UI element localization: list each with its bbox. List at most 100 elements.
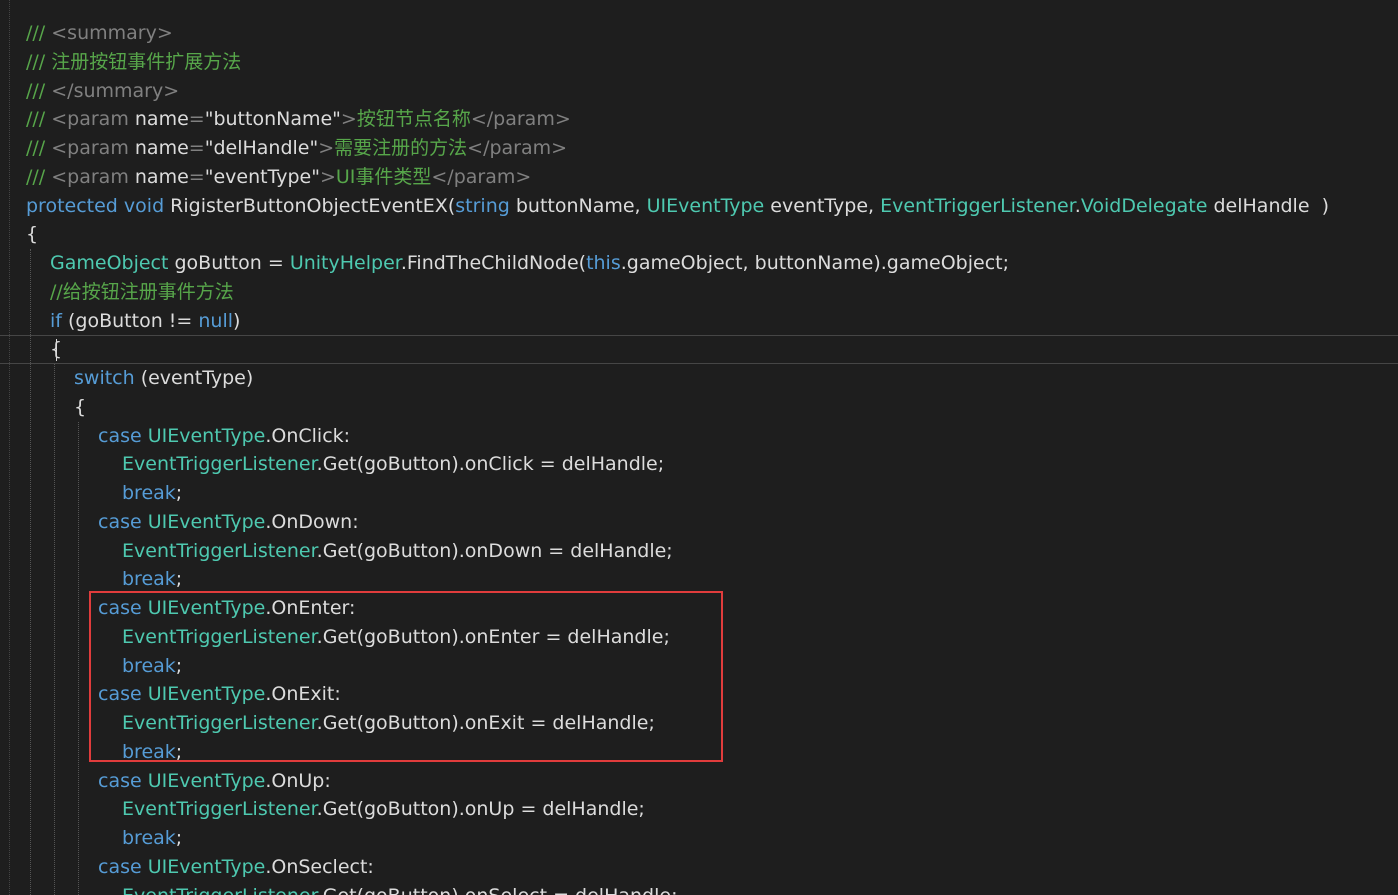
code-token: > [318, 137, 335, 159]
code-token: /// 注册按钮事件扩展方法 [26, 50, 242, 73]
code-token: <summary> [51, 22, 173, 44]
code-token: break [122, 568, 176, 591]
code-line[interactable]: protected void RigisterButtonObjectEvent… [26, 192, 1329, 221]
code-token: UI事件类型 [335, 165, 432, 188]
code-token: .OnClick: [265, 424, 351, 447]
code-token: switch [74, 367, 135, 389]
code-token: .gameObject, buttonName).gameObject; [620, 252, 1009, 274]
code-token: <param [51, 137, 135, 159]
code-line[interactable]: /// </summary> [26, 77, 179, 106]
code-token: .OnSeclect: [265, 855, 374, 878]
code-token: void [123, 194, 165, 217]
code-token: .Get(goButton).onUp = delHandle; [316, 798, 645, 821]
code-token: ; [175, 827, 183, 849]
code-token: break [122, 482, 176, 504]
code-token: string [455, 194, 510, 217]
text-caret [56, 339, 57, 362]
code-token: UIEventType [646, 194, 765, 217]
code-token: /// [26, 137, 52, 159]
code-token: </summary> [51, 79, 180, 102]
code-line[interactable]: GameObject goButton = UnityHelper.FindTh… [50, 249, 1009, 278]
code-token: /// [26, 165, 52, 188]
code-token: this [586, 252, 621, 274]
code-line[interactable]: /// <summary> [26, 19, 173, 48]
code-line[interactable]: EventTriggerListener.Get(goButton).onSel… [122, 882, 677, 895]
code-line[interactable]: case UIEventType.OnClick: [98, 422, 350, 451]
current-line-highlight [0, 335, 1398, 365]
code-line[interactable]: //给按钮注册事件方法 [50, 278, 234, 307]
code-token: eventType, [764, 194, 881, 217]
code-token: 需要注册的方法 [334, 137, 468, 159]
code-line[interactable]: /// <param name="eventType">UI事件类型</para… [26, 163, 531, 192]
code-token: > [340, 108, 357, 131]
code-line[interactable]: break; [122, 479, 182, 508]
code-token: RigisterButtonObjectEventEX( [164, 194, 456, 217]
code-token: EventTriggerListener [122, 798, 317, 821]
code-token: name [134, 108, 189, 131]
code-token: "buttonName" [204, 108, 341, 131]
code-token: goButton = [168, 252, 290, 274]
code-line[interactable]: if (goButton != null) [50, 307, 240, 336]
code-token: .Get(goButton).onClick = delHandle; [316, 453, 665, 476]
code-token: > [319, 165, 336, 188]
code-line[interactable]: { [74, 393, 86, 422]
code-line[interactable]: break; [122, 824, 182, 853]
code-token: .Get(goButton).onDown = delHandle; [316, 539, 673, 562]
code-line[interactable]: switch (eventType) [74, 364, 253, 393]
code-line[interactable]: /// <param name="buttonName">按钮节点名称</par… [26, 105, 571, 134]
code-token: .Get(goButton).onSelect = delHandle; [317, 885, 678, 895]
code-token: (eventType) [134, 367, 254, 389]
annotation-highlight-box [89, 591, 723, 762]
code-token: "delHandle" [204, 137, 319, 159]
code-token: </param> [431, 165, 532, 188]
code-line[interactable]: /// 注册按钮事件扩展方法 [26, 48, 241, 77]
code-line[interactable]: case UIEventType.OnUp: [98, 767, 331, 796]
code-token: "eventType" [204, 165, 320, 188]
code-line[interactable]: case UIEventType.OnDown: [98, 508, 359, 537]
code-line[interactable]: { [26, 220, 38, 249]
indent-guide [30, 249, 31, 895]
code-token: VoidDelegate [1080, 194, 1208, 217]
code-token: .FindTheChildNode( [400, 252, 587, 274]
code-token: ) [233, 309, 241, 332]
code-token: UIEventType [147, 855, 266, 878]
code-token: //给按钮注册事件方法 [50, 280, 234, 303]
code-line[interactable]: case UIEventType.OnSeclect: [98, 853, 374, 882]
code-token: ; [175, 568, 183, 591]
code-token: EventTriggerListener [122, 539, 317, 562]
code-token: UIEventType [147, 510, 266, 533]
code-token: { [74, 395, 87, 418]
indent-guide [78, 421, 79, 895]
code-token: = [188, 137, 205, 159]
code-token: ; [175, 482, 183, 504]
code-token: null [198, 309, 234, 332]
code-token: UnityHelper [289, 252, 401, 274]
code-token: GameObject [50, 252, 169, 274]
code-token: = [188, 165, 205, 188]
code-token: /// [26, 79, 52, 102]
code-token: <param [51, 165, 135, 188]
code-line[interactable]: EventTriggerListener.Get(goButton).onCli… [122, 450, 664, 479]
code-line[interactable]: EventTriggerListener.Get(goButton).onDow… [122, 537, 673, 566]
code-token: protected [26, 194, 118, 217]
code-token: = [188, 108, 205, 131]
code-token: (goButton != [61, 309, 199, 332]
left-indent-guide [9, 0, 10, 895]
code-line[interactable]: /// <param name="delHandle">需要注册的方法</par… [26, 134, 567, 163]
code-token: UIEventType [147, 769, 266, 792]
code-token: /// [26, 108, 52, 131]
code-token: EventTriggerListener [122, 885, 317, 895]
code-token: <param [51, 108, 135, 131]
code-editor[interactable]: /// <summary>/// 注册按钮事件扩展方法/// </summary… [0, 0, 1398, 895]
code-line[interactable]: EventTriggerListener.Get(goButton).onUp … [122, 795, 645, 824]
code-token: case [98, 855, 142, 878]
code-token: delHandle ) [1207, 194, 1330, 217]
code-token: /// [26, 22, 52, 44]
code-line[interactable]: break; [122, 565, 182, 594]
code-token: </param> [467, 137, 568, 159]
code-token: buttonName, [509, 194, 647, 217]
code-token: EventTriggerListener [122, 453, 317, 476]
code-token: EventTriggerListener [880, 194, 1075, 217]
code-token: if [50, 309, 62, 332]
code-token: </param> [470, 108, 571, 131]
